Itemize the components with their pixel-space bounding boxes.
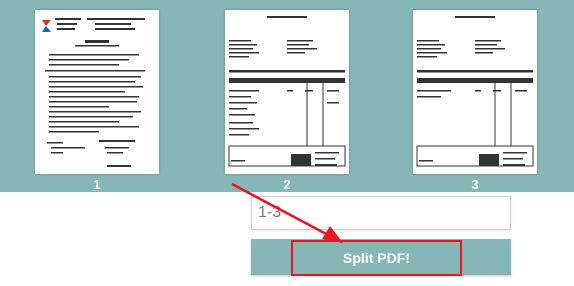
split-pdf-button-label: Split PDF! [291,240,462,276]
split-pdf-button[interactable]: Split PDF! [251,239,511,276]
document-preview-1 [42,18,145,167]
logo-icon [42,20,51,32]
page-number-1: 1 [93,177,101,192]
page-number-2: 2 [283,177,291,192]
document-preview-2 [228,16,346,167]
page-thumbnail-1[interactable] [35,10,159,174]
document-preview-3 [416,16,534,167]
page-range-input[interactable]: 1-3 [251,196,511,230]
page-number-3: 3 [471,177,479,192]
page-thumbnail-2[interactable] [225,10,349,174]
page-thumbnail-3[interactable] [413,10,537,174]
